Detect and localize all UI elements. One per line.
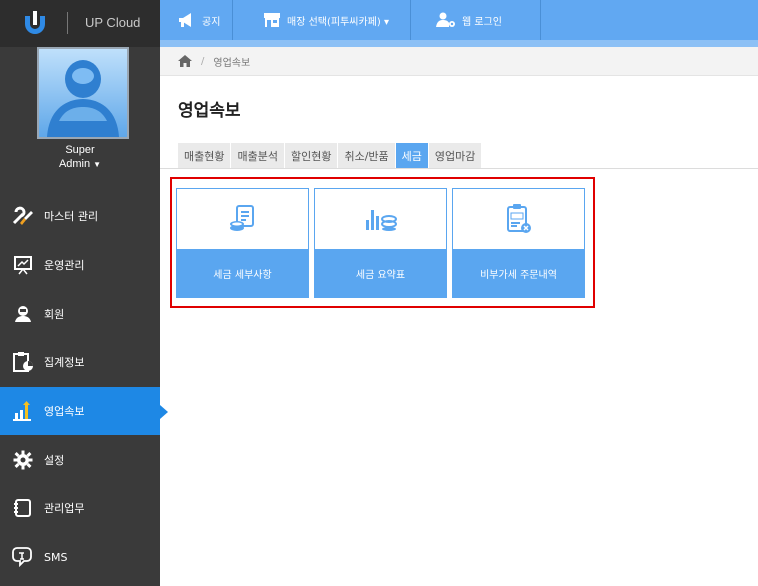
card-label: 세금 세부사항	[177, 249, 308, 298]
card-label: 세금 요약표	[315, 249, 446, 298]
tab-cancel-return[interactable]: 취소/반품	[338, 143, 396, 169]
tab-divider	[160, 168, 758, 169]
top-navbar: 공지 매장 선택(피투씨카페) ▾ 웹 로그인	[160, 0, 758, 47]
avatar[interactable]	[37, 47, 129, 139]
sms-icon	[12, 546, 34, 568]
sidebar-item-label: 영업속보	[44, 405, 85, 419]
store-select-label: 매장 선택(피투씨카페) ▾	[287, 16, 389, 28]
tab-sales-status[interactable]: 매출현황	[178, 143, 232, 169]
gear-icon	[12, 449, 34, 471]
home-icon[interactable]	[178, 55, 192, 67]
user-gear-icon	[436, 12, 455, 27]
breadcrumb-separator: /	[201, 55, 205, 67]
notice-button[interactable]: 공지	[178, 0, 220, 40]
sidebar-item-settings[interactable]: 설정	[0, 435, 160, 484]
brand-divider	[67, 12, 68, 34]
sidebar-item-sms[interactable]: SMS	[0, 533, 160, 582]
user-silhouette-icon	[47, 60, 119, 137]
web-login-label: 웹 로그인	[462, 16, 502, 28]
user-role-dropdown[interactable]: Admin ▼	[0, 158, 160, 171]
sidebar-item-master[interactable]: 마스터 관리	[0, 192, 160, 241]
sidebar-item-label: 운영관리	[44, 259, 85, 273]
sidebar-item-label: 회원	[44, 307, 65, 321]
sidebar: UP Cloud Super Admin ▼ 마스터 관리 운영관리 회원 집계…	[0, 0, 168, 586]
tab-tax[interactable]: 세금	[395, 143, 429, 169]
sidebar-item-management[interactable]: 관리업무	[0, 484, 160, 533]
brand-name[interactable]: UP Cloud	[85, 15, 140, 30]
breadcrumb: / 영업속보	[160, 47, 758, 76]
card-label: 비부가세 주문내역	[453, 249, 584, 298]
up-cloud-logo-icon[interactable]	[22, 10, 48, 36]
tab-discount-status[interactable]: 할인현황	[284, 143, 339, 169]
card-vat-exempt-orders[interactable]: 비부가세 주문내역	[452, 188, 585, 298]
vat-exempt-icon	[453, 189, 584, 249]
web-login-button[interactable]: 웹 로그인	[436, 0, 502, 40]
caret-down-icon: ▼	[93, 160, 102, 169]
sidebar-item-label: SMS	[44, 550, 68, 564]
bar-chart-icon	[12, 400, 34, 422]
user-name: Super	[65, 144, 95, 156]
brand-bar: UP Cloud	[0, 0, 160, 47]
sidebar-item-members[interactable]: 회원	[0, 289, 160, 338]
clipboard-chart-icon	[12, 351, 34, 373]
member-icon	[12, 303, 34, 325]
tab-sales-analysis[interactable]: 매출분석	[231, 143, 285, 169]
breadcrumb-current: 영업속보	[213, 57, 251, 69]
sidebar-item-sales-flash[interactable]: 영업속보	[0, 386, 168, 436]
tools-icon	[12, 205, 34, 227]
sidebar-item-aggregate[interactable]: 집계정보	[0, 338, 160, 387]
user-profile: Super Admin ▼	[0, 47, 160, 190]
sidebar-menu: 마스터 관리 운영관리 회원 집계정보 영업속보 설정 관리업무 SMS	[0, 192, 168, 582]
tax-summary-icon	[315, 189, 446, 249]
user-role-label: Admin	[58, 158, 91, 170]
topbar-divider	[410, 0, 411, 40]
tab-bar: 매출현황 매출분석 할인현황 취소/반품 세금 영업마감	[178, 143, 483, 169]
card-tax-summary[interactable]: 세금 요약표	[314, 188, 447, 298]
sidebar-item-operations[interactable]: 운영관리	[0, 241, 160, 290]
megaphone-icon	[179, 13, 191, 27]
topbar-divider	[232, 0, 233, 40]
card-tax-detail[interactable]: 세금 세부사항	[176, 188, 309, 298]
sidebar-item-label: 관리업무	[44, 502, 85, 516]
presentation-icon	[12, 254, 34, 276]
tax-detail-icon	[177, 189, 308, 249]
tab-business-close[interactable]: 영업마감	[428, 143, 483, 169]
page-title: 영업속보	[178, 101, 241, 121]
sidebar-item-label: 집계정보	[44, 356, 85, 370]
notice-label: 공지	[202, 16, 221, 28]
sidebar-item-label: 설정	[44, 453, 65, 467]
notebook-icon	[12, 497, 34, 519]
topbar-underline	[160, 40, 758, 47]
sidebar-item-label: 마스터 관리	[44, 210, 99, 224]
topbar-divider	[540, 0, 541, 40]
store-icon	[264, 13, 280, 27]
store-select-dropdown[interactable]: 매장 선택(피투씨카페) ▾	[263, 0, 389, 40]
